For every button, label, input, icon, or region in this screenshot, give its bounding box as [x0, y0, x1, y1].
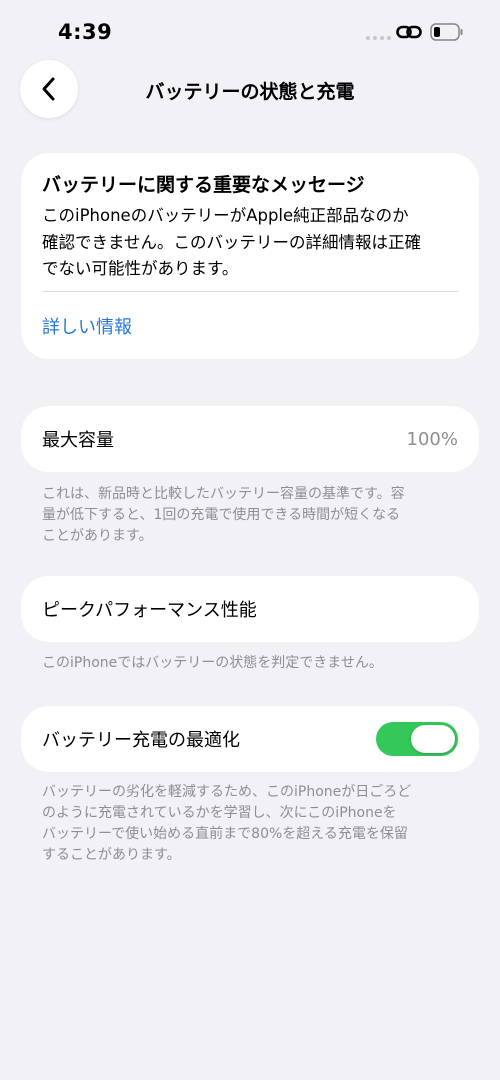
page-title: バッテリーの状態と充電 [145, 81, 355, 103]
toggle-knob [411, 725, 455, 753]
peak-performance-note: このiPhoneではバッテリーの状態を判定できません。 [42, 655, 383, 671]
message-body: このiPhoneのバッテリーがApple純正部品なのか 確認できません。このバッ… [42, 203, 467, 283]
note-line: のように充電されているかを学習し、次にこのiPhoneを [42, 805, 397, 821]
personal-hotspot-link-icon [396, 25, 422, 39]
message-body-line: このiPhoneのバッテリーがApple純正部品なのか [42, 206, 409, 225]
note-line: バッテリーの劣化を軽減するため、このiPhoneが日ごろど [42, 784, 412, 800]
optimized-charging-note: バッテリーの劣化を軽減するため、このiPhoneが日ごろど のように充電されてい… [42, 782, 462, 866]
max-capacity-value: 100% [406, 428, 458, 450]
max-capacity-row: 最大容量 100% [21, 406, 479, 472]
status-bar: 4:39 [0, 0, 500, 60]
learn-more-link[interactable]: 詳しい情報 [42, 313, 132, 339]
max-capacity-label: 最大容量 [42, 430, 114, 451]
note-line: 量が低下すると、1回の充電で使用できる時間が短くなる [42, 507, 401, 523]
message-body-line: 確認できません。このバッテリーの詳細情報は正確 [42, 232, 422, 252]
note-line: これは、新品時と比較したバッテリー容量の基準です。容 [42, 486, 405, 502]
navigation-bar: バッテリーの状態と充電 [0, 60, 500, 120]
battery-icon [430, 23, 463, 41]
note-line: ことがあります。 [42, 528, 153, 544]
optimized-charging-label: バッテリー充電の最適化 [42, 730, 240, 751]
cellular-signal-icon [366, 36, 391, 40]
peak-performance-row: ピークパフォーマンス性能 [21, 576, 479, 642]
battery-message-card: バッテリーに関する重要なメッセージ このiPhoneのバッテリーがApple純正… [21, 153, 479, 359]
message-body-line: でない可能性があります。 [42, 259, 239, 278]
note-line: バッテリーで使い始める直前まで80%を超える充電を保留 [42, 826, 408, 842]
message-title: バッテリーに関する重要なメッセージ [42, 174, 365, 196]
optimized-charging-toggle[interactable] [376, 722, 458, 756]
optimized-charging-row: バッテリー充電の最適化 [21, 706, 479, 772]
note-line: することがあります。 [42, 847, 181, 863]
divider [42, 291, 458, 292]
status-time: 4:39 [58, 20, 113, 44]
max-capacity-note: これは、新品時と比較したバッテリー容量の基準です。容 量が低下すると、1回の充電… [42, 484, 462, 547]
peak-performance-label: ピークパフォーマンス性能 [42, 600, 257, 621]
